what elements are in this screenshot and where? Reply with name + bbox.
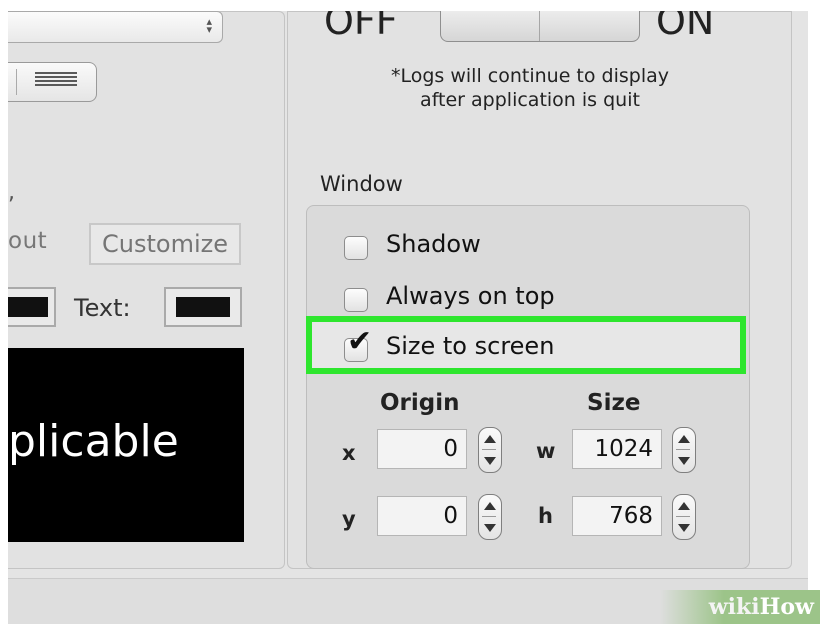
- logs-note: *Logs will continue to display after app…: [350, 64, 710, 112]
- origin-y-field[interactable]: 0: [377, 496, 467, 536]
- partial-label: ,: [8, 180, 15, 205]
- text-color-label: Text:: [74, 294, 131, 322]
- size-w-field[interactable]: 1024: [572, 429, 662, 469]
- switch-divider: [539, 11, 540, 41]
- always-on-top-label: Always on top: [386, 282, 555, 310]
- text-color-well[interactable]: [164, 287, 242, 327]
- background-color-well[interactable]: [8, 287, 56, 327]
- list-lines-icon: [35, 72, 77, 92]
- size-to-screen-label: Size to screen: [386, 332, 555, 360]
- origin-x-field[interactable]: 0: [377, 429, 467, 469]
- y-label: y: [342, 507, 356, 531]
- size-w-stepper[interactable]: [672, 427, 696, 473]
- preview-text: plicable: [8, 416, 179, 467]
- font-popup-button[interactable]: ▴ ▾: [8, 11, 223, 43]
- text-color-swatch: [176, 297, 230, 317]
- background-color-swatch: [8, 297, 48, 317]
- frame-left: [0, 0, 8, 624]
- size-header: Size: [587, 390, 641, 416]
- shadow-label: Shadow: [386, 230, 481, 258]
- w-label: w: [536, 439, 556, 463]
- size-h-stepper[interactable]: [672, 494, 696, 540]
- frame-right: [808, 0, 820, 624]
- screen: ▴ ▾ , out Customize Text: plicable OFF ON…: [0, 0, 820, 624]
- preview-area: plicable: [8, 348, 244, 542]
- watermark-wiki: wiki: [708, 594, 760, 620]
- always-on-top-checkbox[interactable]: [344, 288, 368, 312]
- h-label: h: [538, 504, 553, 528]
- origin-header: Origin: [380, 390, 460, 416]
- logs-note-line2: after application is quit: [420, 89, 640, 111]
- shadow-checkbox[interactable]: [344, 236, 368, 260]
- size-h-field[interactable]: 768: [572, 496, 662, 536]
- size-to-screen-checkbox[interactable]: ✔: [344, 327, 372, 362]
- checkmark-icon: ✔: [347, 324, 373, 359]
- origin-y-stepper[interactable]: [478, 494, 502, 540]
- segment-divider: [16, 69, 17, 95]
- logs-on-off-switch[interactable]: [440, 11, 640, 42]
- wikihow-watermark: wikiHow: [660, 590, 820, 624]
- watermark-how: How: [759, 594, 814, 620]
- logs-note-line1: *Logs will continue to display: [390, 65, 670, 87]
- customize-button[interactable]: Customize: [89, 223, 241, 265]
- popup-arrows-icon: ▴ ▾: [206, 15, 212, 36]
- view-segmented-control[interactable]: [8, 62, 97, 102]
- layout-label-partial: out: [8, 228, 48, 254]
- window-section-title: Window: [320, 172, 403, 196]
- origin-x-stepper[interactable]: [478, 427, 502, 473]
- frame-top: [0, 0, 820, 11]
- x-label: x: [342, 441, 356, 465]
